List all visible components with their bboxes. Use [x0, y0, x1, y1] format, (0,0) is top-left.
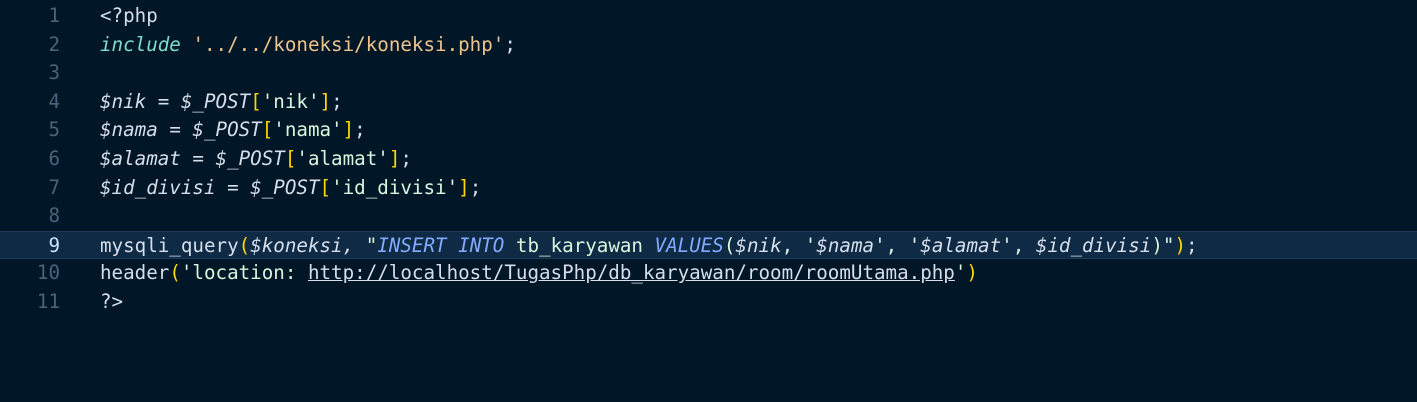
code-token: ] [319, 89, 332, 113]
code-token: mysqli_query [100, 233, 239, 257]
code-token: $id_divisi [1035, 233, 1152, 257]
code-line[interactable]: 8 [0, 202, 1417, 231]
code-token: = [215, 175, 251, 199]
code-line[interactable]: 5 $nama = $_POST['nama']; [0, 116, 1417, 145]
code-text[interactable]: include '../../koneksi/koneksi.php'; [100, 31, 516, 60]
code-token: , ' [781, 233, 817, 257]
code-token: $_POST [250, 175, 320, 199]
code-token: ; [331, 89, 343, 113]
code-token: [ [250, 89, 262, 113]
code-token: '../../koneksi/koneksi.php' [192, 32, 505, 56]
code-token: ] [342, 118, 355, 142]
code-token: 'location: [180, 261, 308, 285]
line-number: 11 [36, 290, 60, 313]
code-token: $nama [100, 118, 158, 142]
code-text[interactable]: <?php [100, 2, 158, 31]
code-token: 'id_divisi' [331, 175, 459, 199]
code-token: $_POST [180, 89, 251, 113]
code-token: INSERT INTO [377, 233, 505, 257]
code-token: ; [504, 32, 516, 56]
line-number: 8 [48, 204, 60, 228]
code-token: $_POST [192, 118, 262, 142]
code-token: [ [284, 147, 297, 170]
line-number: 7 [48, 175, 60, 199]
code-token: header [100, 261, 170, 285]
line-number: 2 [48, 32, 60, 56]
code-text[interactable]: $nik = $_POST['nik']; [100, 88, 343, 117]
code-text[interactable]: $id_divisi = $_POST['id_divisi']; [100, 174, 481, 203]
code-token: ', [1001, 233, 1036, 257]
code-token: ; [400, 147, 412, 170]
line-number: 1 [48, 4, 60, 27]
code-token: http://localhost/TugasPhp/db_karyawan/ro… [307, 261, 955, 285]
code-line[interactable]: 11 ?> [0, 288, 1417, 317]
code-token: 'nama' [273, 118, 343, 142]
code-token: , [342, 233, 366, 257]
code-text[interactable]: mysqli_query($koneksi, "INSERT INTO tb_k… [100, 232, 1198, 261]
code-token: tb_karyawan [504, 233, 655, 257]
code-token: $alamat [920, 233, 1002, 257]
code-token: )" [1151, 233, 1175, 257]
code-token: ] [458, 175, 470, 199]
code-token: [ [319, 175, 332, 199]
code-token: ( [169, 261, 181, 285]
code-line-current[interactable]: 9 mysqli_query($koneksi, "INSERT INTO tb_… [0, 230, 1417, 261]
code-line[interactable]: 3 [0, 59, 1417, 88]
code-text[interactable]: $alamat = $_POST['alamat']; [100, 145, 412, 174]
code-text[interactable]: header('location: http://localhost/Tugas… [100, 259, 978, 288]
line-number: 10 [36, 261, 60, 285]
code-line[interactable]: 2 include '../../koneksi/koneksi.php'; [0, 31, 1417, 60]
code-token: 'alamat' [296, 147, 389, 170]
code-line[interactable]: 10 header('location: http://localhost/Tug… [0, 259, 1417, 288]
code-token: " [365, 233, 378, 257]
code-token: ( [238, 233, 251, 257]
line-number: 6 [48, 147, 60, 170]
code-line[interactable]: 6 $alamat = $_POST['alamat']; [0, 145, 1417, 174]
code-token: $nik [100, 89, 147, 113]
code-token: VALUES [654, 233, 724, 257]
code-token: ' [954, 261, 967, 285]
code-token: ; [469, 175, 482, 199]
code-token: $nik [735, 233, 782, 257]
code-token: ) [1174, 233, 1187, 257]
code-token: $alamat [100, 147, 181, 170]
code-editor[interactable]: 1 <?php 2 include '../../koneksi/koneksi.ph… [0, 0, 1417, 402]
code-token: ( [723, 233, 736, 257]
line-number: 9 [48, 233, 60, 257]
code-text[interactable]: $nama = $_POST['nama']; [100, 116, 366, 145]
code-token: ', ' [874, 233, 921, 257]
code-token: = [180, 147, 216, 170]
line-number: 4 [48, 89, 60, 113]
line-number: 3 [48, 61, 60, 85]
code-token: $nama [816, 233, 875, 257]
code-token: $id_divisi [100, 175, 216, 199]
code-token: ?> [100, 290, 124, 313]
code-token: 'nik' [261, 89, 320, 113]
code-token: ) [966, 261, 978, 285]
code-line[interactable]: 1 <?php [0, 2, 1417, 31]
code-line[interactable]: 7 $id_divisi = $_POST['id_divisi']; [0, 174, 1417, 203]
code-token: <?php [100, 4, 158, 27]
code-token: ] [388, 147, 401, 170]
code-token: $_POST [215, 147, 285, 170]
code-token: ; [354, 118, 366, 142]
code-token: [ [261, 118, 274, 142]
code-text[interactable]: ?> [100, 288, 123, 317]
code-token: ; [1186, 233, 1198, 257]
code-token: = [146, 89, 181, 113]
code-token: include [100, 32, 181, 56]
code-line[interactable]: 4 $nik = $_POST['nik']; [0, 88, 1417, 117]
code-token: = [157, 118, 193, 142]
code-token: $koneksi [250, 233, 343, 257]
line-number: 5 [48, 118, 60, 142]
